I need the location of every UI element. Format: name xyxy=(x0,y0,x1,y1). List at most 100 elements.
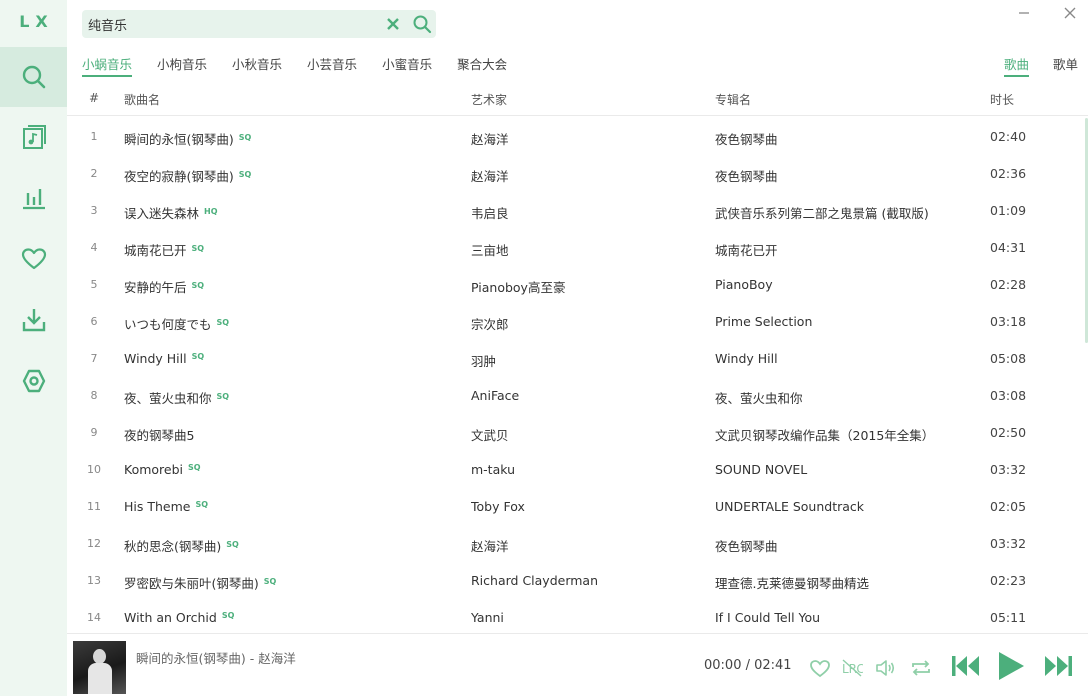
tab-source-3[interactable]: 小秋音乐 xyxy=(232,57,282,77)
duration: 02:05 xyxy=(990,499,1027,514)
source-tabs: 小蜗音乐 小枸音乐 小秋音乐 小芸音乐 小蜜音乐 聚合大会 xyxy=(82,57,532,79)
table-row[interactable]: 11 His Theme SQ Toby Fox UNDERTALE Soundtrac… xyxy=(67,488,1088,525)
album-name: SOUND NOVEL xyxy=(715,462,808,477)
tab-songs[interactable]: 歌曲 xyxy=(1003,57,1029,77)
next-icon[interactable] xyxy=(1043,654,1073,678)
album-name: Prime Selection xyxy=(715,314,813,329)
song-name: 夜的钢琴曲5 xyxy=(124,428,195,443)
tab-source-2[interactable]: 小枸音乐 xyxy=(157,57,207,77)
table-row[interactable]: 5 安静的午后 SQ Pianoboy高至豪 PianoBoy 02:28 xyxy=(67,266,1088,303)
song-name-cell: His Theme SQ xyxy=(124,499,454,514)
minimize-icon[interactable] xyxy=(1015,4,1033,22)
heart-icon[interactable] xyxy=(809,658,831,678)
song-name-cell: 秋的思念(钢琴曲) SQ xyxy=(124,536,454,555)
clear-icon[interactable] xyxy=(384,15,402,33)
row-number: 2 xyxy=(90,167,98,180)
tab-source-6[interactable]: 聚合大会 xyxy=(457,57,507,77)
album-name: Windy Hill xyxy=(715,351,778,366)
duration: 02:28 xyxy=(990,277,1027,292)
quality-badge: SQ xyxy=(216,318,230,327)
duration: 03:32 xyxy=(990,536,1027,551)
table-row[interactable]: 7 Windy Hill SQ 羽肿 Windy Hill 05:08 xyxy=(67,340,1088,377)
tab-source-5[interactable]: 小蜜音乐 xyxy=(382,57,432,77)
repeat-icon[interactable] xyxy=(910,658,932,678)
close-icon[interactable] xyxy=(1061,4,1079,22)
volume-icon[interactable] xyxy=(874,658,896,678)
settings-icon xyxy=(22,369,45,393)
row-number: 13 xyxy=(87,574,101,587)
row-number: 6 xyxy=(90,315,98,328)
duration: 04:31 xyxy=(990,240,1027,255)
table-row[interactable]: 10 Komorebi SQ m-taku SOUND NOVEL 03:32 xyxy=(67,451,1088,488)
album-name: 城南花已开 xyxy=(715,243,778,258)
search-input[interactable] xyxy=(88,14,378,34)
nav-favorites[interactable] xyxy=(0,229,67,289)
album-name: 夜色钢琴曲 xyxy=(715,539,778,554)
nav-search[interactable] xyxy=(0,47,67,107)
table-row[interactable]: 9 夜的钢琴曲5 文武贝 文武贝钢琴改编作品集（2015年全集） 02:50 xyxy=(67,414,1088,451)
song-name: 误入迷失森林 xyxy=(124,206,200,221)
quality-badge: SQ xyxy=(216,392,230,401)
artist-name: Pianoboy高至豪 xyxy=(471,280,566,295)
quality-badge: SQ xyxy=(195,500,209,509)
song-name-cell: 夜空的寂静(钢琴曲) SQ xyxy=(124,166,454,185)
album-name: 理查德.克莱德曼钢琴曲精选 xyxy=(715,576,869,591)
nav-settings[interactable] xyxy=(0,351,67,411)
song-name: Windy Hill xyxy=(124,351,187,366)
song-name-cell: With an Orchid SQ xyxy=(124,610,454,625)
song-name-cell: Komorebi SQ xyxy=(124,462,454,477)
artist-name: 赵海洋 xyxy=(471,169,509,184)
song-name-cell: いつも何度でも SQ xyxy=(124,314,454,333)
quality-badge: SQ xyxy=(221,611,235,620)
row-number: 1 xyxy=(90,130,98,143)
sidebar: LX xyxy=(0,0,67,696)
duration: 03:08 xyxy=(990,388,1027,403)
previous-icon[interactable] xyxy=(951,654,981,678)
table-row[interactable]: 14 With an Orchid SQ Yanni If I Could Tell Y… xyxy=(67,599,1088,632)
song-name-cell: 误入迷失森林 HQ xyxy=(124,203,454,222)
table-row[interactable]: 1 瞬间的永恒(钢琴曲) SQ 赵海洋 夜色钢琴曲 02:40 xyxy=(67,118,1088,155)
artist-name: 赵海洋 xyxy=(471,132,509,147)
song-name: 夜、萤火虫和你 xyxy=(124,391,212,406)
tab-playlists[interactable]: 歌单 xyxy=(1053,57,1078,77)
lyrics-icon[interactable]: LRC xyxy=(841,658,863,678)
table-row[interactable]: 8 夜、萤火虫和你 SQ AniFace 夜、萤火虫和你 03:08 xyxy=(67,377,1088,414)
album-name: UNDERTALE Soundtrack xyxy=(715,499,865,514)
quality-badge: SQ xyxy=(226,540,239,549)
nav-download[interactable] xyxy=(0,290,67,350)
duration: 05:08 xyxy=(990,351,1027,366)
album-name: 夜、萤火虫和你 xyxy=(715,391,803,406)
album-name: 夜色钢琴曲 xyxy=(715,169,778,184)
album-cover[interactable] xyxy=(73,641,126,694)
quality-badge: SQ xyxy=(238,170,252,179)
duration: 05:11 xyxy=(990,610,1027,625)
nav-song-list[interactable] xyxy=(0,107,67,167)
table-row[interactable]: 2 夜空的寂静(钢琴曲) SQ 赵海洋 夜色钢琴曲 02:36 xyxy=(67,155,1088,192)
table-row[interactable]: 3 误入迷失森林 HQ 韦启良 武侠音乐系列第二部之鬼景篇 (截取版) 01:09 xyxy=(67,192,1088,229)
table-row[interactable]: 6 いつも何度でも SQ 宗次郎 Prime Selection 03:18 xyxy=(67,303,1088,340)
table-row[interactable]: 13 罗密欧与朱丽叶(钢琴曲) SQ Richard Clayderman 理查德.克莱… xyxy=(67,562,1088,599)
tab-source-4[interactable]: 小芸音乐 xyxy=(307,57,357,77)
row-number: 5 xyxy=(90,278,98,291)
quality-badge: SQ xyxy=(263,577,277,586)
play-icon[interactable] xyxy=(997,651,1025,681)
artist-name: 赵海洋 xyxy=(471,539,509,554)
song-name: 城南花已开 xyxy=(124,243,187,258)
tab-source-1[interactable]: 小蜗音乐 xyxy=(82,57,133,77)
duration: 02:23 xyxy=(990,573,1027,588)
search-icon[interactable] xyxy=(412,14,432,34)
song-name-cell: 安静的午后 SQ xyxy=(124,277,454,296)
duration: 02:40 xyxy=(990,129,1027,144)
artist-name: Toby Fox xyxy=(471,499,525,514)
table-row[interactable]: 12 秋的思念(钢琴曲) SQ 赵海洋 夜色钢琴曲 03:32 xyxy=(67,525,1088,562)
type-tabs: 歌曲 歌单 xyxy=(980,57,1078,77)
table-row[interactable]: 4 城南花已开 SQ 三亩地 城南花已开 04:31 xyxy=(67,229,1088,266)
row-number: 8 xyxy=(90,389,98,402)
app-logo: LX xyxy=(19,12,54,31)
row-number: 3 xyxy=(90,204,98,217)
header-album: 专辑名 xyxy=(715,93,752,107)
nav-leaderboard[interactable] xyxy=(0,168,67,228)
header-name: 歌曲名 xyxy=(124,93,161,107)
player-bar: 瞬间的永恒(钢琴曲) - 赵海洋 00:00 / 02:41 LRC xyxy=(67,633,1088,696)
quality-badge: SQ xyxy=(191,244,205,253)
